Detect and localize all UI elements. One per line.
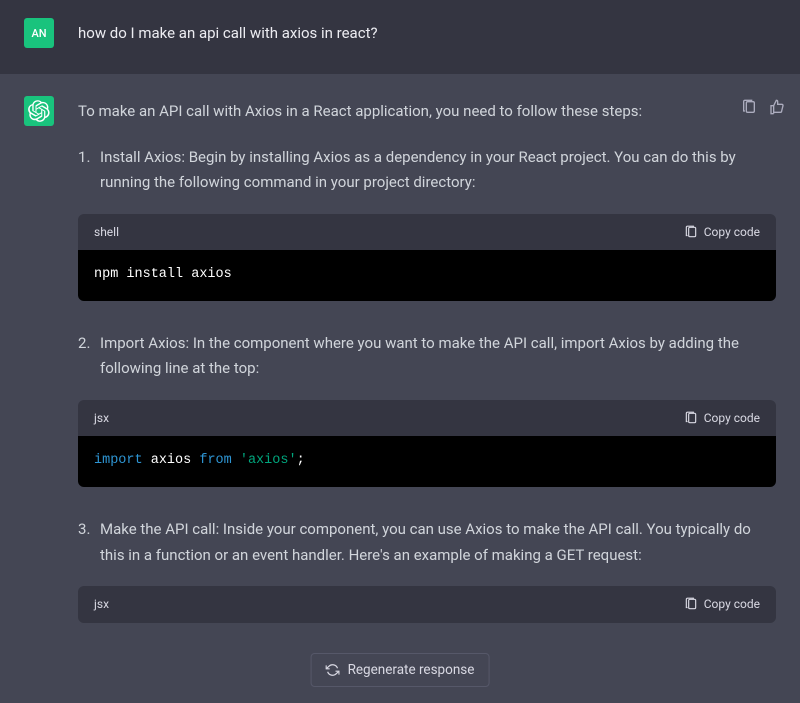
code-header: shell Copy code <box>78 214 776 250</box>
assistant-message: To make an API call with Axios in a Reac… <box>0 74 800 653</box>
copy-label: Copy code <box>704 594 760 614</box>
code-body: import axios from 'axios'; <box>78 436 776 487</box>
code-token: axios <box>151 453 192 468</box>
user-message: AN how do I make an api call with axios … <box>0 0 800 74</box>
code-token: 'axios' <box>240 453 297 468</box>
message-actions <box>738 96 788 118</box>
code-block: shell Copy code npm install axios <box>78 214 776 301</box>
clipboard-icon <box>684 225 698 239</box>
regenerate-label: Regenerate response <box>348 662 475 678</box>
regenerate-button[interactable]: Regenerate response <box>311 653 490 687</box>
code-token: from <box>199 453 231 468</box>
copy-label: Copy code <box>704 408 760 428</box>
clipboard-icon <box>684 411 698 425</box>
step-text: Make the API call: Inside your component… <box>100 517 776 568</box>
copy-message-button[interactable] <box>738 96 760 118</box>
assistant-message-content: To make an API call with Axios in a Reac… <box>78 96 776 653</box>
copy-label: Copy code <box>704 222 760 242</box>
code-token: ; <box>297 453 305 468</box>
code-body: npm install axios <box>78 250 776 301</box>
step-text: Import Axios: In the component where you… <box>100 331 776 382</box>
code-header: jsx Copy code <box>78 586 776 622</box>
step-item: Install Axios: Begin by installing Axios… <box>78 145 776 301</box>
step-text: Install Axios: Begin by installing Axios… <box>100 145 776 196</box>
copy-code-button[interactable]: Copy code <box>684 222 760 242</box>
code-block: jsx Copy code <box>78 586 776 622</box>
code-lang-label: shell <box>94 222 119 242</box>
step-item: Import Axios: In the component where you… <box>78 331 776 487</box>
copy-code-button[interactable]: Copy code <box>684 594 760 614</box>
code-block: jsx Copy code import axios from 'axios'; <box>78 400 776 487</box>
assistant-avatar <box>24 96 54 126</box>
code-header: jsx Copy code <box>78 400 776 436</box>
clipboard-icon <box>684 597 698 611</box>
user-message-text: how do I make an api call with axios in … <box>78 18 776 47</box>
step-item: Make the API call: Inside your component… <box>78 517 776 622</box>
code-lang-label: jsx <box>94 408 109 428</box>
thumbs-up-button[interactable] <box>766 96 788 118</box>
code-lang-label: jsx <box>94 594 109 614</box>
thumbs-up-icon <box>769 99 785 115</box>
user-avatar: AN <box>24 18 54 48</box>
copy-code-button[interactable]: Copy code <box>684 408 760 428</box>
assistant-intro: To make an API call with Axios in a Reac… <box>78 99 776 125</box>
openai-logo-icon <box>28 100 50 122</box>
code-token: import <box>94 453 143 468</box>
clipboard-icon <box>741 99 757 115</box>
refresh-icon <box>326 663 340 677</box>
